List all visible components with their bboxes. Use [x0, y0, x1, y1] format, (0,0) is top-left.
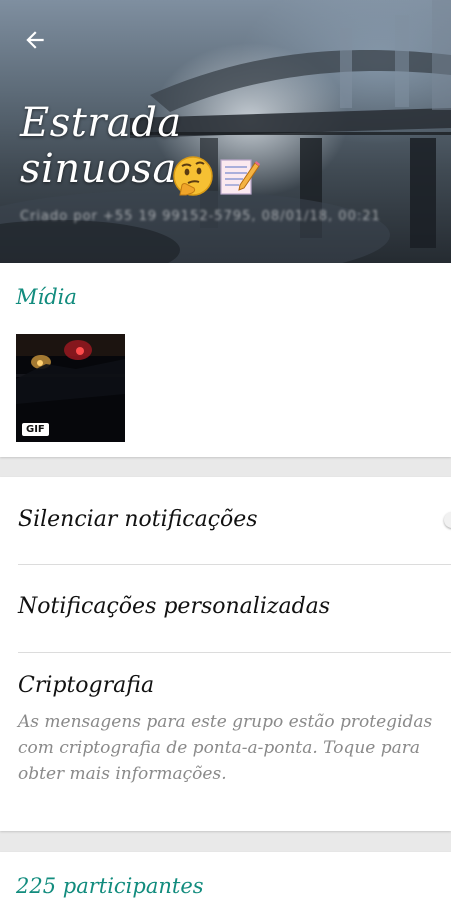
arrow-left-icon: [26, 31, 44, 49]
memo-pencil-icon: [220, 159, 260, 195]
group-created-info: Criado por +55 19 99152-5795, 08/01/18, …: [20, 209, 381, 224]
media-card: Mídia GIF: [0, 263, 451, 457]
custom-notifications-label: Notificações personalizadas: [18, 594, 331, 619]
participants-count: 225 participantes: [16, 874, 204, 898]
media-gif-thumbnail[interactable]: GIF: [16, 334, 125, 442]
back-button[interactable]: [14, 20, 56, 60]
settings-card: Silenciar notificações Notificações pers…: [0, 477, 451, 831]
gif-badge: GIF: [22, 423, 49, 436]
group-name-line-1: Estrada: [20, 100, 182, 146]
thinking-face-icon: [173, 156, 213, 196]
encryption-description: As mensagens para este grupo estão prote…: [18, 712, 433, 784]
media-section-title: Mídia: [16, 285, 77, 309]
group-name-emojis: [172, 155, 260, 197]
encryption-label: Criptografia: [18, 673, 155, 698]
participants-card: 225 participantes: [0, 852, 451, 913]
group-header: Estrada sinuosa Criado por +55 19 99152-…: [0, 0, 451, 263]
mute-notifications-label: Silenciar notificações: [18, 507, 258, 532]
